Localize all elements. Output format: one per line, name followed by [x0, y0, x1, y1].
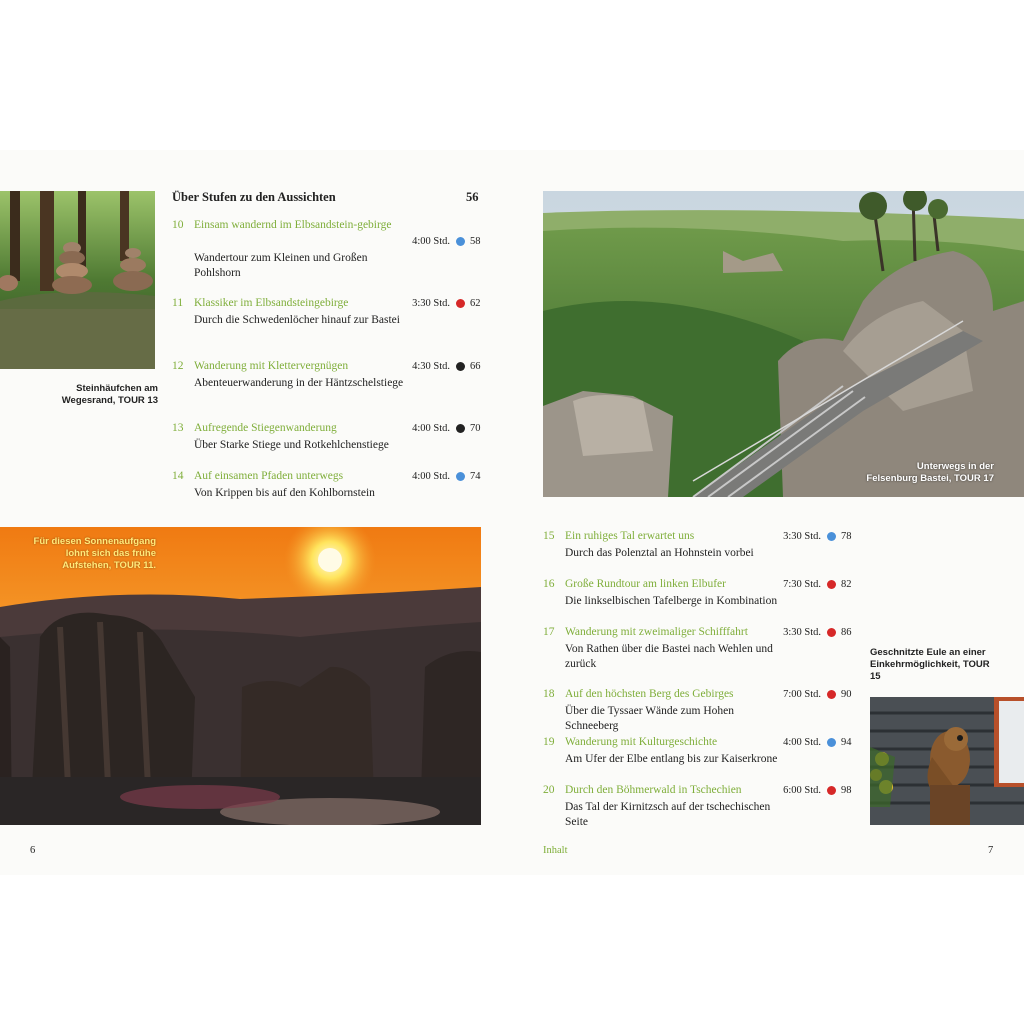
owl-caption: Geschnitzte Eule an einer Einkehrmöglich… — [870, 647, 990, 683]
tour-number: 14 — [172, 470, 184, 482]
tour-duration: 3:30 Std. — [783, 531, 821, 542]
tour-description: Das Tal der Kirnitzsch auf der tschechis… — [565, 801, 771, 828]
tour-duration: 3:30 Std. — [412, 298, 450, 309]
stones-caption: Steinhäufchen am Wegesrand, TOUR 13 — [58, 383, 158, 407]
tour-duration: 7:00 Std. — [783, 689, 821, 700]
tour-page-number: 62 — [470, 298, 481, 309]
tour-title[interactable]: Große Rundtour am linken Elbufer — [565, 577, 770, 592]
section-label[interactable]: Inhalt — [543, 845, 568, 856]
bastei-bridge-photo — [543, 191, 1024, 497]
tour-number: 13 — [172, 422, 184, 434]
sunrise-caption: Für diesen Sonnenaufgang lohnt sich das … — [30, 536, 156, 572]
tour-number: 19 — [543, 736, 555, 748]
difficulty-dot — [827, 738, 836, 747]
tour-number: 10 — [172, 219, 184, 231]
toc-entry[interactable]: 10 Einsam wandernd im Elbsandstein-gebir… — [172, 218, 482, 279]
tour-description: Wandertour zum Kleinen und Großen Pohlsh… — [194, 252, 368, 279]
toc-entry[interactable]: 14 Auf einsamen Pfaden unterwegs Von Kri… — [172, 469, 482, 503]
tour-title[interactable]: Ein ruhiges Tal erwartet uns — [565, 529, 770, 544]
left-page-number: 6 — [30, 845, 36, 856]
right-page-number: 7 — [988, 845, 994, 856]
tour-number: 15 — [543, 530, 555, 542]
stones-caption-text: Steinhäufchen am Wegesrand, TOUR 13 — [61, 383, 158, 406]
bastei-caption: Unterwegs in der Felsenburg Bastei, TOUR… — [866, 461, 994, 485]
toc-entry[interactable]: 18 Auf den höchsten Berg des Gebirges Üb… — [543, 687, 853, 732]
tour-page-number: 86 — [841, 627, 852, 638]
tour-duration: 4:00 Std. — [412, 236, 450, 247]
tour-description: Über die Tyssaer Wände zum Hohen Schneeb… — [565, 705, 734, 732]
tour-page-number: 58 — [470, 236, 481, 247]
tour-title[interactable]: Wanderung mit Kulturgeschichte — [565, 735, 770, 750]
tour-description: Abenteuerwanderung in der Häntzschelstie… — [194, 377, 404, 389]
toc-entry[interactable]: 17 Wanderung mit zweimaliger Schifffahrt… — [543, 625, 853, 670]
tour-title[interactable]: Klassiker im Elbsandsteingebirge — [194, 296, 399, 311]
section-page: 56 — [466, 190, 479, 204]
tour-description: Von Rathen über die Bastei nach Wehlen u… — [565, 643, 773, 670]
toc-entry[interactable]: 12 Wanderung mit Klettervergnügen Abente… — [172, 359, 482, 404]
difficulty-dot — [827, 690, 836, 699]
tour-title[interactable]: Einsam wandernd im Elbsandstein-gebirge — [194, 218, 399, 233]
tour-description: Durch die Schwedenlöcher hinauf zur Bast… — [194, 314, 400, 326]
tour-duration: 4:00 Std. — [412, 423, 450, 434]
difficulty-dot — [456, 362, 465, 371]
difficulty-dot — [827, 786, 836, 795]
tour-duration: 6:00 Std. — [783, 785, 821, 796]
tour-title[interactable]: Wanderung mit Klettervergnügen — [194, 359, 399, 374]
tour-description: Die linkselbischen Tafelberge in Kombina… — [565, 595, 778, 607]
tour-page-number: 70 — [470, 423, 481, 434]
toc-entry[interactable]: 15 Ein ruhiges Tal erwartet uns Durch da… — [543, 529, 853, 563]
tour-page-number: 74 — [470, 471, 481, 482]
tour-number: 17 — [543, 626, 555, 638]
difficulty-dot — [456, 472, 465, 481]
tour-description: Durch das Polenztal an Hohnstein vorbei — [565, 547, 754, 559]
stone-cairns-photo — [0, 191, 155, 369]
tour-page-number: 98 — [841, 785, 852, 796]
carved-owl-photo — [870, 697, 1024, 825]
tour-duration: 7:30 Std. — [783, 579, 821, 590]
difficulty-dot — [456, 237, 465, 246]
toc-entry[interactable]: 19 Wanderung mit Kulturgeschichte Am Ufe… — [543, 735, 853, 769]
tour-title[interactable]: Auf einsamen Pfaden unterwegs — [194, 469, 399, 484]
tour-description: Von Krippen bis auf den Kohlbornstein — [194, 487, 375, 499]
tour-page-number: 94 — [841, 737, 852, 748]
sunrise-caption-text: Für diesen Sonnenaufgang lohnt sich das … — [33, 536, 156, 571]
tour-duration: 3:30 Std. — [783, 627, 821, 638]
tour-page-number: 66 — [470, 361, 481, 372]
difficulty-dot — [456, 424, 465, 433]
tour-number: 12 — [172, 360, 184, 372]
toc-entry[interactable]: 20 Durch den Böhmerwald in Tschechien Da… — [543, 783, 853, 828]
tour-description: Über Starke Stiege und Rotkehlchenstiege — [194, 439, 389, 451]
difficulty-dot — [456, 299, 465, 308]
tour-title[interactable]: Durch den Böhmerwald in Tschechien — [565, 783, 770, 798]
tour-number: 20 — [543, 784, 555, 796]
tour-description: Am Ufer der Elbe entlang bis zur Kaiserk… — [565, 753, 778, 765]
tour-number: 16 — [543, 578, 555, 590]
tour-page-number: 82 — [841, 579, 852, 590]
tour-title[interactable]: Auf den höchsten Berg des Gebirges — [565, 687, 770, 702]
toc-entry[interactable]: 11 Klassiker im Elbsandsteingebirge Durc… — [172, 296, 482, 341]
owl-caption-text: Geschnitzte Eule an einer Einkehrmöglich… — [870, 647, 990, 682]
difficulty-dot — [827, 580, 836, 589]
section-title: Über Stufen zu den Aussichten — [172, 190, 336, 204]
tour-title[interactable]: Wanderung mit zweimaliger Schifffahrt — [565, 625, 770, 640]
tour-duration: 4:00 Std. — [783, 737, 821, 748]
bastei-caption-text: Unterwegs in der Felsenburg Bastei, TOUR… — [866, 461, 994, 484]
toc-entry[interactable]: 13 Aufregende Stiegenwanderung Über Star… — [172, 421, 482, 455]
tour-number: 18 — [543, 688, 555, 700]
toc-entry[interactable]: 16 Große Rundtour am linken Elbufer Die … — [543, 577, 853, 611]
tour-page-number: 90 — [841, 689, 852, 700]
difficulty-dot — [827, 532, 836, 541]
tour-duration: 4:30 Std. — [412, 361, 450, 372]
tour-number: 11 — [172, 297, 184, 309]
tour-page-number: 78 — [841, 531, 852, 542]
tour-title[interactable]: Aufregende Stiegenwanderung — [194, 421, 399, 436]
difficulty-dot — [827, 628, 836, 637]
tour-duration: 4:00 Std. — [412, 471, 450, 482]
